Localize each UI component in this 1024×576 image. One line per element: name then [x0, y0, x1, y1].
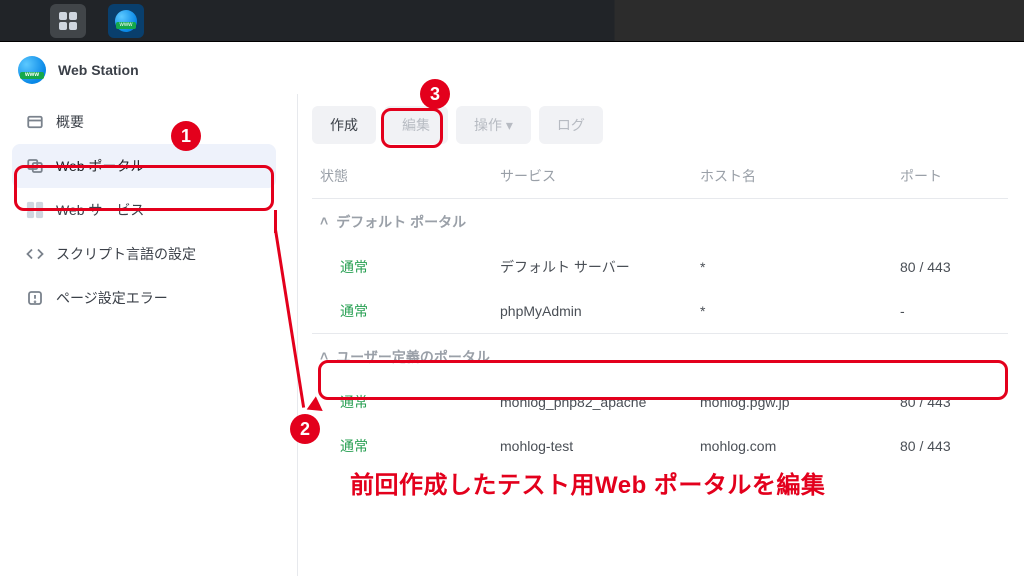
group-row-default[interactable]: ˄ デフォルト ポータル	[312, 199, 1008, 246]
col-status[interactable]: 状態	[312, 156, 492, 199]
annotation-caption: 前回作成したテスト用Web ポータルを編集	[350, 465, 825, 500]
status-text: 通常	[340, 394, 368, 410]
sidebar-item-label: 概要	[56, 112, 84, 132]
col-service[interactable]: サービス	[492, 156, 692, 199]
service-cell: phpMyAdmin	[492, 289, 692, 334]
code-icon	[26, 245, 44, 263]
operate-button[interactable]: 操作 ▾	[456, 106, 531, 144]
taskbar	[0, 0, 1024, 42]
group-label: ユーザー定義のポータル	[336, 349, 490, 365]
port-cell: 80 / 443	[892, 380, 1008, 424]
chevron-down-icon: ˄	[320, 213, 328, 229]
port-cell: -	[892, 289, 1008, 334]
webstation-taskbar-icon[interactable]	[108, 4, 144, 38]
chevron-down-icon: ▾	[502, 117, 513, 133]
create-button[interactable]: 作成	[312, 106, 376, 144]
chevron-down-icon: ˄	[320, 348, 328, 364]
app-header: Web Station	[0, 42, 1024, 94]
overview-icon	[26, 113, 44, 131]
sidebar-item-script-settings[interactable]: スクリプト言語の設定	[12, 232, 276, 276]
sidebar-item-label: Web ポータル	[56, 156, 144, 176]
status-text: 通常	[340, 438, 368, 454]
service-cell: mohlog-test	[492, 424, 692, 468]
app-logo-icon	[18, 56, 46, 84]
host-cell: mohlog.com	[692, 424, 892, 468]
group-row-user[interactable]: ˄ ユーザー定義のポータル	[312, 334, 1008, 381]
portal-table: 状態 サービス ホスト名 ポート ˄ デフォルト ポータル 通常 デフォルト サー…	[312, 156, 1008, 468]
group-label: デフォルト ポータル	[336, 214, 466, 230]
annotation-label-2: 2	[290, 414, 320, 444]
content-pane: 作成 編集 操作 ▾ ログ 状態 サービス ホスト名 ポート ˄ デフォルト ポー…	[288, 94, 1024, 576]
alert-icon	[26, 289, 44, 307]
log-button[interactable]: ログ	[539, 106, 603, 144]
col-port[interactable]: ポート	[892, 156, 1008, 199]
sidebar-item-web-portal[interactable]: Web ポータル	[12, 144, 276, 188]
annotation-label-1: 1	[171, 121, 201, 151]
table-row[interactable]: 通常 mohlog-test mohlog.com 80 / 443	[312, 424, 1008, 468]
service-cell: mohlog_php82_apache	[492, 380, 692, 424]
status-text: 通常	[340, 259, 368, 275]
table-header-row: 状態 サービス ホスト名 ポート	[312, 156, 1008, 199]
status-text: 通常	[340, 303, 368, 319]
portal-icon	[26, 157, 44, 175]
service-cell: デフォルト サーバー	[492, 245, 692, 289]
table-row[interactable]: 通常 デフォルト サーバー * 80 / 443	[312, 245, 1008, 289]
sidebar-item-label: スクリプト言語の設定	[56, 244, 196, 264]
sidebar-item-label: ページ設定エラー	[56, 288, 168, 308]
sidebar-item-web-service[interactable]: Web サービス	[12, 188, 276, 232]
port-cell: 80 / 443	[892, 245, 1008, 289]
sidebar-item-label: Web サービス	[56, 200, 144, 220]
sidebar-item-overview[interactable]: 概要	[12, 100, 276, 144]
annotation-label-3: 3	[420, 79, 450, 109]
app-title: Web Station	[58, 62, 139, 78]
table-row[interactable]: 通常 mohlog_php82_apache mohlog.pgw.jp 80 …	[312, 380, 1008, 424]
toolbar: 作成 編集 操作 ▾ ログ	[312, 100, 1008, 156]
host-cell: mohlog.pgw.jp	[692, 380, 892, 424]
host-cell: *	[692, 289, 892, 334]
edit-button[interactable]: 編集	[384, 106, 448, 144]
sidebar-item-page-errors[interactable]: ページ設定エラー	[12, 276, 276, 320]
sidebar: 概要 Web ポータル Web サービス スクリプト言語の設定	[0, 94, 288, 576]
port-cell: 80 / 443	[892, 424, 1008, 468]
service-icon	[26, 201, 44, 219]
col-host[interactable]: ホスト名	[692, 156, 892, 199]
table-row[interactable]: 通常 phpMyAdmin * -	[312, 289, 1008, 334]
host-cell: *	[692, 245, 892, 289]
apps-grid-icon[interactable]	[50, 4, 86, 38]
